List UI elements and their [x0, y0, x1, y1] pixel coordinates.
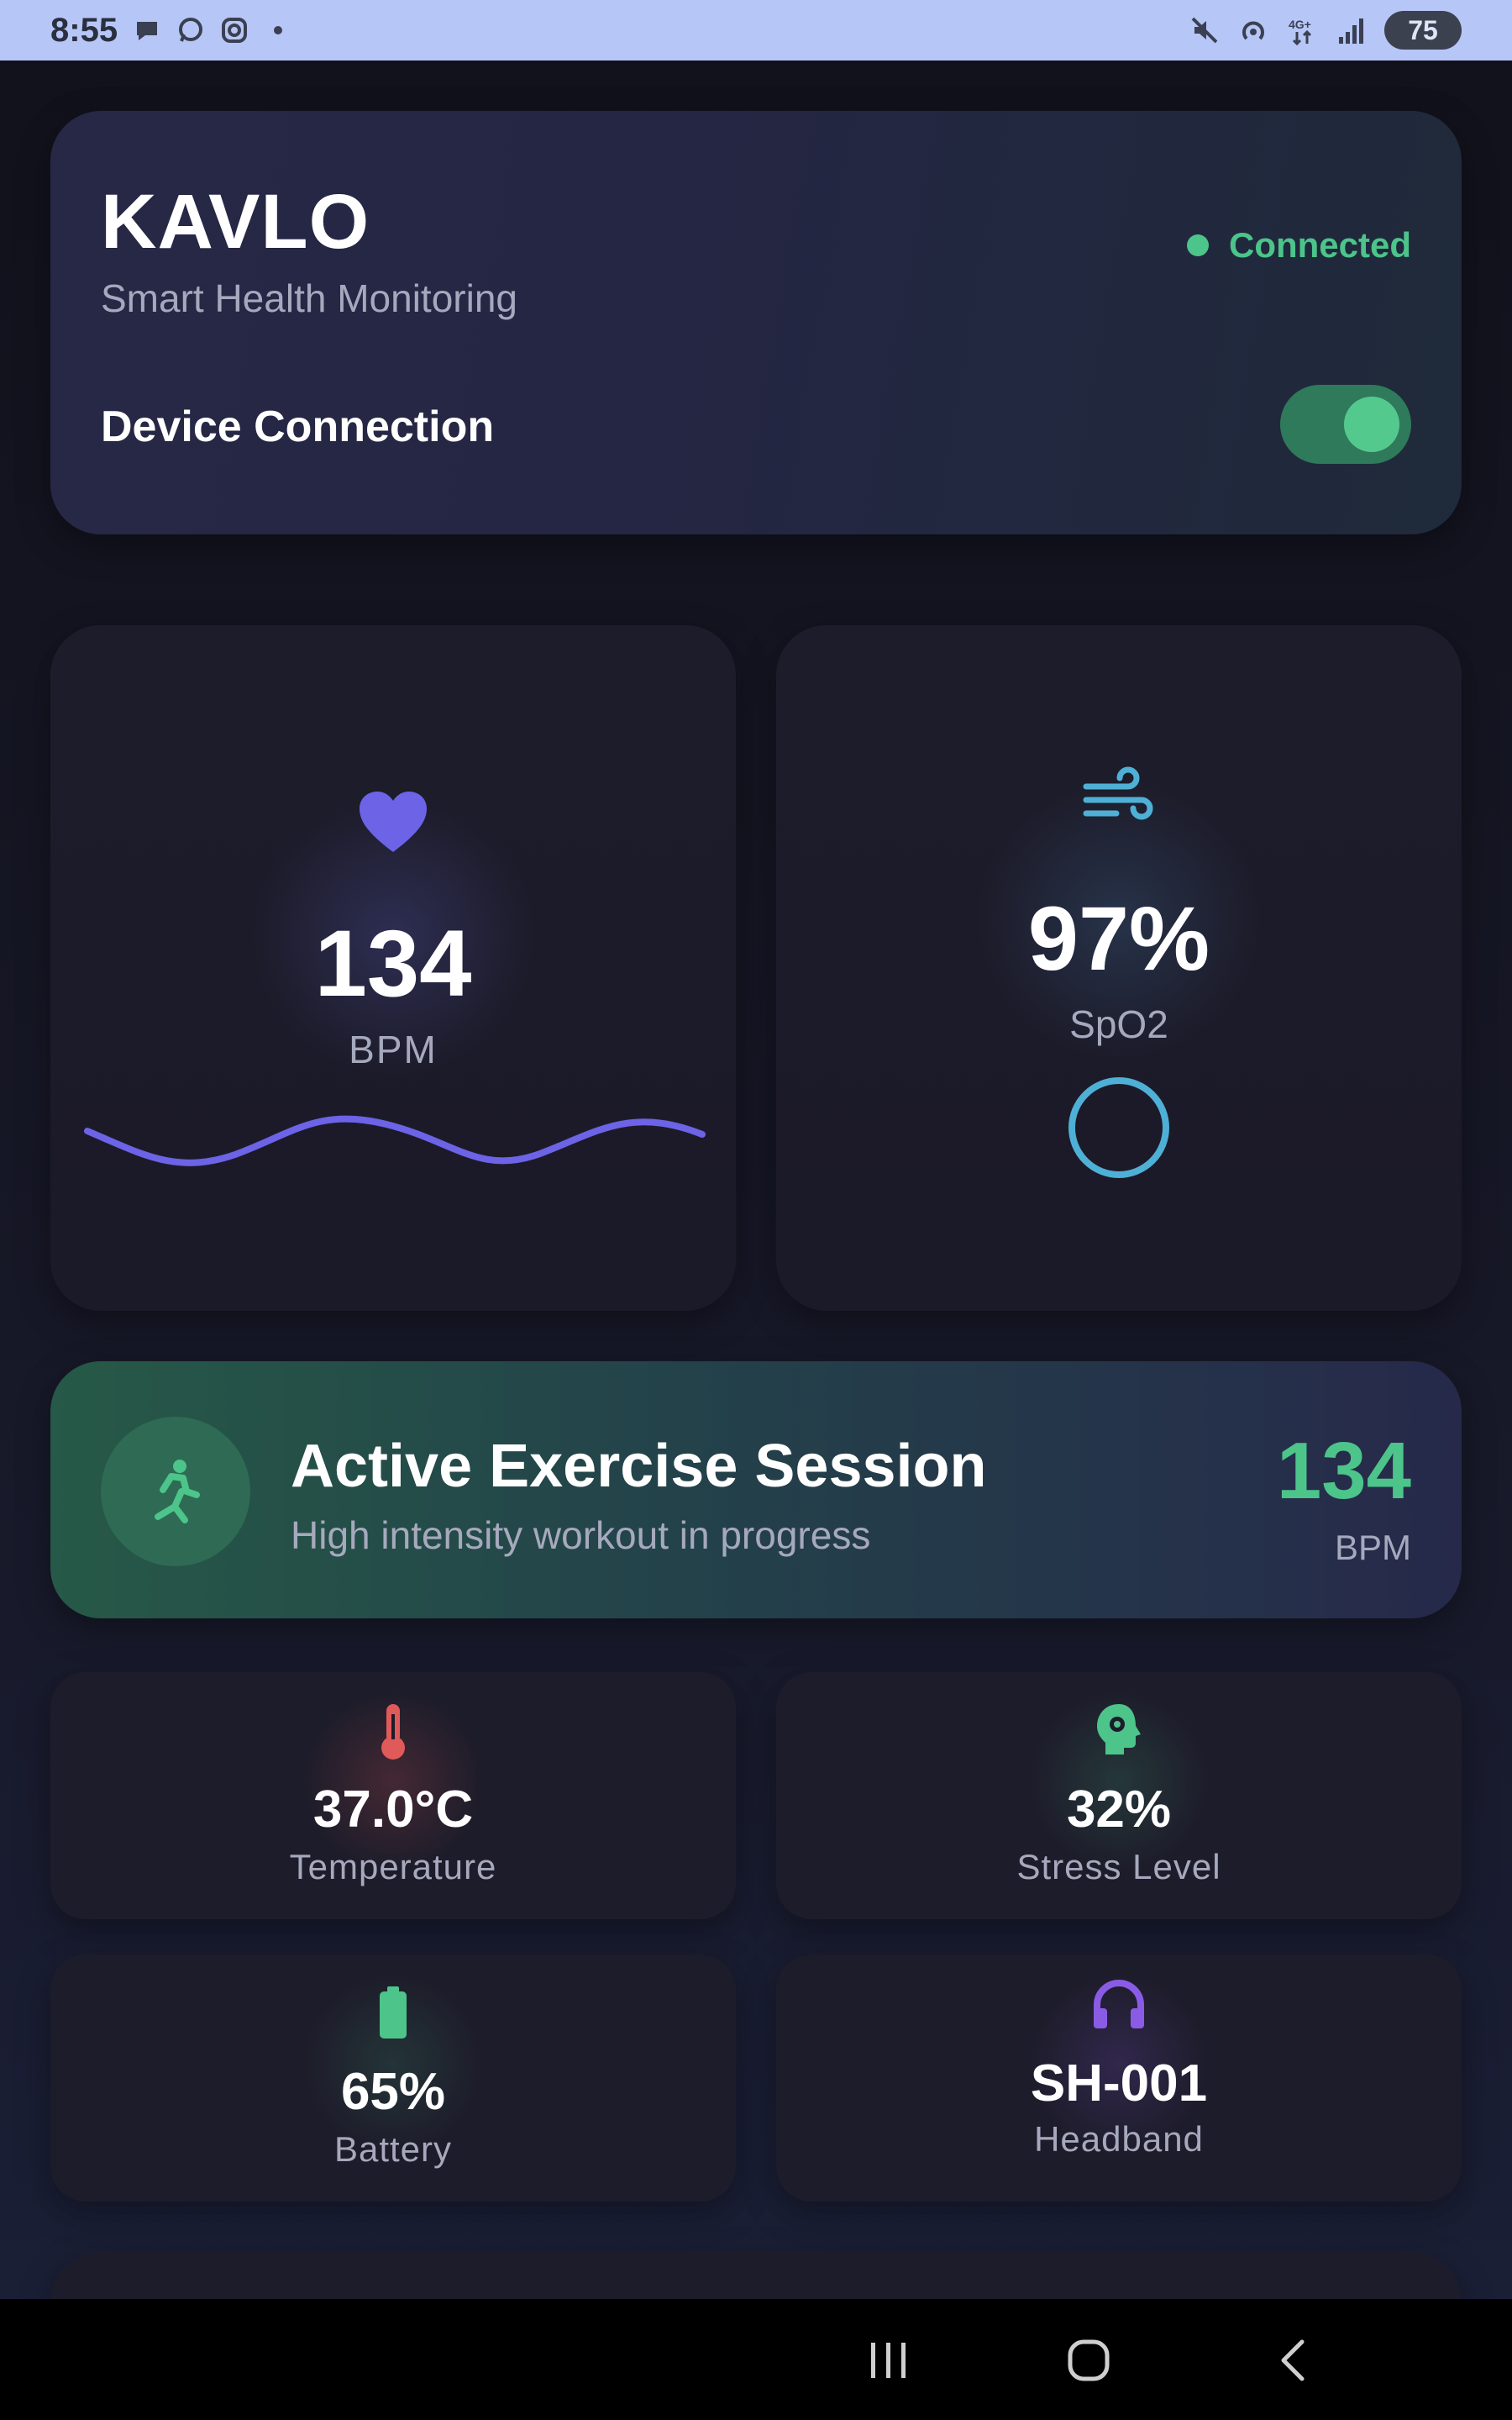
status-dot-icon	[1186, 234, 1209, 256]
heart-rate-card[interactable]: 134 BPM	[50, 625, 736, 1311]
heart-rate-waveform	[84, 1115, 706, 1166]
spo2-ring	[1068, 1077, 1169, 1178]
system-nav-bar	[0, 2299, 1512, 2420]
app-subtitle: Smart Health Monitoring	[101, 276, 517, 320]
app-title: KAVLO	[101, 179, 370, 265]
mute-icon	[1189, 15, 1220, 45]
exercise-title: Active Exercise Session	[291, 1433, 987, 1500]
spo2-value: 97%	[1027, 887, 1210, 989]
back-icon[interactable]	[1267, 2339, 1317, 2381]
device-connection-label: Device Connection	[101, 402, 495, 451]
spo2-card[interactable]: 97% SpO2	[776, 625, 1462, 1311]
toggle-knob	[1344, 397, 1399, 452]
heart-rate-value: 134	[314, 911, 472, 1016]
heart-icon	[358, 790, 428, 858]
headphones-icon	[1092, 1980, 1146, 2034]
whatsapp-icon	[176, 16, 205, 45]
headband-id-value: SH-001	[1030, 2054, 1208, 2112]
battery-card[interactable]: 65% Battery	[50, 1954, 736, 2202]
headband-label: Headband	[1034, 2119, 1204, 2159]
battery-level: 75	[1408, 14, 1438, 45]
chat-bubble-icon	[133, 16, 161, 45]
hotspot-icon	[1238, 15, 1268, 45]
signal-icon	[1336, 15, 1366, 45]
battery-value: 65%	[340, 2063, 446, 2121]
header-card: KAVLO Smart Health Monitoring Connected …	[50, 111, 1462, 534]
stress-level-card[interactable]: 32% Stress Level	[776, 1672, 1462, 1919]
recent-apps-icon[interactable]	[864, 2339, 914, 2381]
status-bar: 8:55 4G+ 75	[0, 0, 1512, 60]
temperature-value: 37.0°C	[312, 1781, 474, 1839]
temperature-card[interactable]: 37.0°C Temperature	[50, 1672, 736, 1919]
running-icon-badge	[101, 1417, 250, 1566]
battery-label: Battery	[333, 2129, 453, 2169]
battery-icon	[376, 1985, 410, 2044]
status-time: 8:55	[50, 11, 118, 49]
home-icon[interactable]	[1063, 2339, 1114, 2381]
battery-indicator: 75	[1384, 11, 1462, 50]
exercise-bpm-unit: BPM	[1334, 1528, 1411, 1567]
temperature-label: Temperature	[289, 1847, 497, 1886]
headband-card[interactable]: SH-001 Headband	[776, 1954, 1462, 2202]
exercise-subtitle: High intensity workout in progress	[291, 1513, 871, 1557]
4g-data-icon: 4G+	[1287, 15, 1317, 45]
connection-status: Connected	[1186, 225, 1411, 266]
svg-text:4G+: 4G+	[1289, 18, 1311, 31]
status-left: 8:55	[50, 12, 292, 50]
spo2-label: SpO2	[1069, 1002, 1168, 1046]
status-right: 4G+ 75	[1189, 11, 1462, 50]
exercise-session-card[interactable]: Active Exercise Session High intensity w…	[50, 1361, 1462, 1618]
brain-gear-icon	[1094, 1702, 1144, 1760]
running-icon	[155, 1460, 200, 1523]
exercise-bpm-value: 134	[1276, 1426, 1411, 1516]
wind-icon	[1083, 766, 1155, 829]
dot-icon	[264, 16, 292, 45]
stress-level-value: 32%	[1066, 1781, 1172, 1839]
app-screen: 8:55 4G+ 75 KAVLO Smart Health Monitorin…	[0, 0, 1512, 2420]
connection-status-label: Connected	[1228, 225, 1411, 265]
device-connection-toggle[interactable]	[1280, 385, 1411, 464]
thermometer-icon	[376, 1702, 410, 1765]
heart-rate-unit: BPM	[349, 1028, 438, 1071]
stress-level-label: Stress Level	[1016, 1847, 1221, 1886]
instagram-icon	[220, 16, 249, 45]
